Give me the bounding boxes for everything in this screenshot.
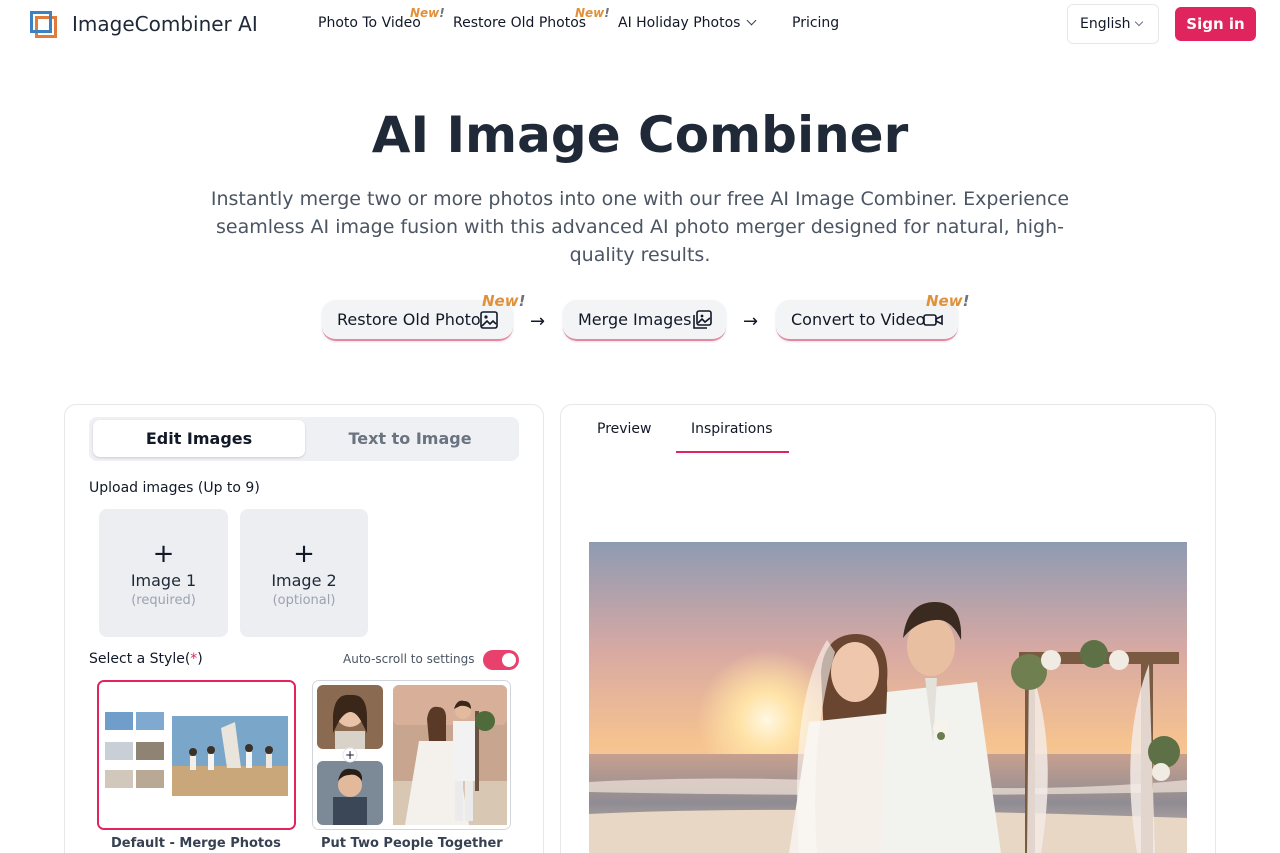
new-badge: New! bbox=[575, 6, 610, 20]
logo-icon[interactable] bbox=[30, 11, 58, 39]
video-camera-icon bbox=[923, 314, 943, 326]
convert-to-video-label: Convert to Video bbox=[791, 310, 926, 329]
image-icon bbox=[480, 311, 498, 329]
brand-name[interactable]: ImageCombiner AI bbox=[72, 12, 258, 36]
nav-photo-to-video[interactable]: Photo To Video bbox=[318, 15, 421, 31]
upload-slot-hint: (optional) bbox=[272, 593, 336, 608]
plus-icon: + bbox=[152, 539, 175, 569]
new-badge: New! bbox=[482, 292, 526, 310]
arrow-right-icon: → bbox=[743, 311, 759, 332]
toggle-knob bbox=[502, 653, 516, 667]
chevron-down-icon bbox=[1134, 17, 1143, 27]
inspiration-image bbox=[589, 542, 1187, 853]
style-thumbnail-default bbox=[99, 682, 294, 828]
tab-edit-images[interactable]: Edit Images bbox=[93, 420, 305, 457]
merge-images-label: Merge Images bbox=[578, 310, 692, 329]
chevron-down-icon bbox=[747, 15, 757, 26]
active-tab-indicator bbox=[676, 451, 789, 453]
new-badge: New! bbox=[926, 292, 970, 310]
new-badge: New! bbox=[410, 6, 445, 20]
language-select[interactable]: English bbox=[1067, 4, 1159, 44]
nav-ai-holiday-photos-label: AI Holiday Photos bbox=[618, 15, 741, 31]
language-label: English bbox=[1080, 16, 1131, 32]
autoscroll-toggle[interactable] bbox=[483, 650, 519, 670]
style-thumbnail-two-people: + bbox=[313, 681, 510, 829]
style-card-label: Put Two People Together bbox=[321, 836, 503, 851]
merge-images-button[interactable]: Merge Images bbox=[563, 300, 726, 341]
tab-text-to-image[interactable]: Text to Image bbox=[305, 420, 515, 457]
upload-slot-hint: (required) bbox=[131, 593, 196, 608]
upload-slot-label: Image 2 bbox=[271, 571, 337, 590]
upload-slot-image-2[interactable]: + Image 2 (optional) bbox=[240, 509, 368, 637]
style-card-two-people[interactable]: + bbox=[312, 680, 511, 830]
sign-in-button[interactable]: Sign in bbox=[1175, 7, 1256, 41]
nav-pricing[interactable]: Pricing bbox=[792, 15, 839, 31]
tab-preview[interactable]: Preview bbox=[597, 421, 652, 437]
style-card-label: Default - Merge Photos bbox=[111, 836, 281, 851]
arrow-right-icon: → bbox=[530, 311, 546, 332]
wedding-photo bbox=[589, 542, 1187, 853]
upload-slot-label: Image 1 bbox=[130, 571, 197, 590]
style-label: Select a Style(*) bbox=[89, 651, 203, 667]
restore-old-photo-label: Restore Old Photo bbox=[337, 310, 481, 329]
svg-text:+: + bbox=[345, 748, 355, 762]
plus-icon: + bbox=[293, 539, 315, 569]
autoscroll-label: Auto-scroll to settings bbox=[343, 652, 475, 666]
nav-ai-holiday-photos[interactable]: AI Holiday Photos bbox=[618, 15, 757, 31]
images-icon bbox=[693, 310, 712, 329]
upload-slot-image-1[interactable]: + Image 1 (required) bbox=[99, 509, 228, 637]
page-title: AI Image Combiner bbox=[371, 106, 909, 164]
style-card-default[interactable] bbox=[97, 680, 296, 830]
top-nav: ImageCombiner AI Photo To Video New! Res… bbox=[0, 0, 1280, 48]
tab-inspirations[interactable]: Inspirations bbox=[691, 421, 773, 437]
upload-label: Upload images (Up to 9) bbox=[89, 480, 260, 496]
page-subtitle: Instantly merge two or more photos into … bbox=[210, 188, 1070, 266]
nav-restore-old-photos[interactable]: Restore Old Photos bbox=[453, 15, 586, 31]
